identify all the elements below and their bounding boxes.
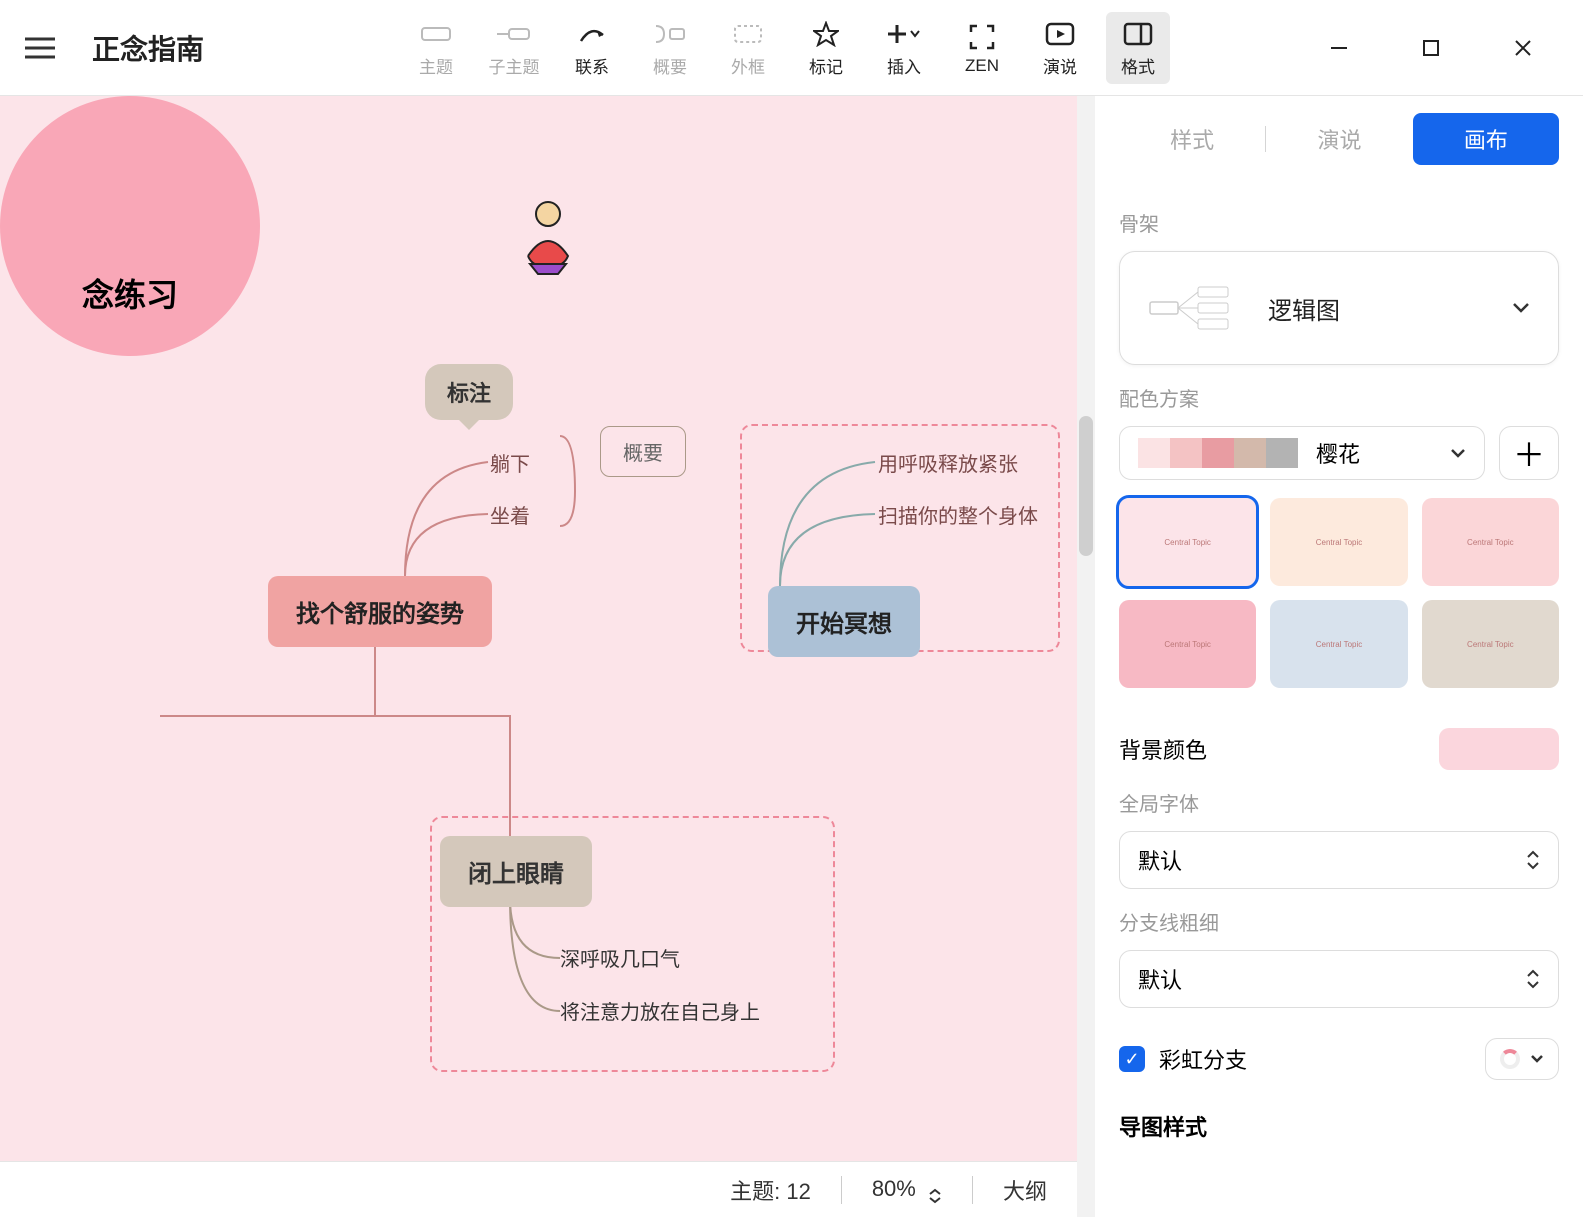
bg-color-button[interactable] bbox=[1439, 728, 1559, 770]
fullscreen-icon bbox=[969, 20, 995, 54]
titlebar: 正念指南 主题 子主题 联系 概要 外框 bbox=[0, 0, 1583, 96]
subtopic-icon bbox=[497, 17, 531, 51]
eyes-child-2[interactable]: 将注意力放在自己身上 bbox=[560, 996, 760, 1025]
summary-icon bbox=[654, 17, 686, 51]
meditate-node[interactable]: 开始冥想 bbox=[768, 586, 920, 657]
chevron-down-icon bbox=[1450, 448, 1466, 458]
theme-tile-5[interactable]: Central Topic bbox=[1270, 600, 1407, 688]
vertical-scrollbar[interactable] bbox=[1077, 96, 1095, 1217]
theme-tile-3[interactable]: Central Topic bbox=[1422, 498, 1559, 586]
skeleton-select[interactable]: 逻辑图 bbox=[1119, 251, 1559, 365]
posture-child-1[interactable]: 躺下 bbox=[490, 448, 530, 477]
window-controls bbox=[1317, 26, 1565, 70]
outline-button[interactable]: 大纲 bbox=[1003, 1174, 1047, 1206]
marker-button[interactable]: 标记 bbox=[794, 12, 858, 84]
add-scheme-button[interactable]: ＋ bbox=[1499, 426, 1559, 480]
insert-button[interactable]: 插入 bbox=[872, 12, 936, 84]
topic-count: 主题: 12 bbox=[730, 1174, 811, 1206]
format-button[interactable]: 格式 bbox=[1106, 12, 1170, 84]
tab-canvas[interactable]: 画布 bbox=[1413, 113, 1559, 165]
zoom-stepper[interactable] bbox=[928, 1188, 942, 1204]
zen-button[interactable]: ZEN bbox=[950, 12, 1014, 84]
eyes-node[interactable]: 闭上眼睛 bbox=[440, 836, 592, 907]
star-icon bbox=[813, 17, 839, 51]
rainbow-label: 彩虹分支 bbox=[1159, 1043, 1247, 1075]
minimize-button[interactable] bbox=[1317, 26, 1361, 70]
skeleton-label: 骨架 bbox=[1119, 208, 1559, 237]
rainbow-checkbox[interactable]: ✓ bbox=[1119, 1046, 1145, 1072]
plus-icon bbox=[887, 17, 921, 51]
topic-button[interactable]: 主题 bbox=[404, 12, 468, 84]
subtopic-button[interactable]: 子主题 bbox=[482, 12, 546, 84]
format-panel: 样式 演说 画布 骨架 逻辑图 配色方案 bbox=[1095, 96, 1583, 1217]
branch-select[interactable]: 默认 bbox=[1119, 950, 1559, 1008]
theme-tile-4[interactable]: Central Topic bbox=[1119, 600, 1256, 688]
stepper-icon bbox=[1526, 969, 1540, 989]
relationship-icon bbox=[577, 17, 607, 51]
boundary-button[interactable]: 外框 bbox=[716, 12, 780, 84]
toolbar: 主题 子主题 联系 概要 外框 标记 bbox=[404, 12, 1170, 84]
close-button[interactable] bbox=[1501, 26, 1545, 70]
posture-child-2[interactable]: 坐着 bbox=[490, 500, 530, 529]
summary-node[interactable]: 概要 bbox=[600, 426, 686, 477]
scheme-select[interactable]: 樱花 bbox=[1119, 426, 1485, 480]
ring-icon bbox=[1500, 1049, 1520, 1069]
divider bbox=[972, 1176, 973, 1204]
callout-node[interactable]: 标注 bbox=[425, 364, 513, 420]
canvas-area[interactable]: 念练习 标注 概要 找个舒服的姿势 躺下 坐 bbox=[0, 96, 1095, 1217]
font-select[interactable]: 默认 bbox=[1119, 831, 1559, 889]
boundary-icon bbox=[733, 17, 763, 51]
scheme-label: 配色方案 bbox=[1119, 383, 1559, 412]
statusbar: 主题: 12 80% 大纲 bbox=[0, 1161, 1077, 1217]
bg-label: 背景颜色 bbox=[1119, 733, 1207, 765]
branch-label: 分支线粗细 bbox=[1119, 907, 1559, 936]
eyes-child-1[interactable]: 深呼吸几口气 bbox=[560, 943, 680, 972]
panel-icon bbox=[1123, 17, 1153, 51]
chevron-down-icon bbox=[1512, 302, 1530, 314]
menu-button[interactable] bbox=[18, 26, 62, 70]
tab-style[interactable]: 样式 bbox=[1119, 113, 1265, 165]
pitch-button[interactable]: 演说 bbox=[1028, 12, 1092, 84]
zoom-level[interactable]: 80% bbox=[872, 1176, 942, 1204]
panel-tabs: 样式 演说 画布 bbox=[1119, 108, 1559, 170]
document-title: 正念指南 bbox=[92, 28, 204, 68]
scheme-swatches bbox=[1138, 438, 1298, 468]
maximize-button[interactable] bbox=[1409, 26, 1453, 70]
meditate-child-1[interactable]: 用呼吸释放紧张 bbox=[878, 448, 1018, 477]
theme-tile-6[interactable]: Central Topic bbox=[1422, 600, 1559, 688]
topic-icon bbox=[421, 17, 451, 51]
summary-button[interactable]: 概要 bbox=[638, 12, 702, 84]
rainbow-options-button[interactable] bbox=[1485, 1038, 1559, 1080]
meditate-child-2[interactable]: 扫描你的整个身体 bbox=[878, 500, 1038, 529]
relationship-button[interactable]: 联系 bbox=[560, 12, 624, 84]
divider bbox=[841, 1176, 842, 1204]
theme-tile-2[interactable]: Central Topic bbox=[1270, 498, 1407, 586]
stepper-icon bbox=[1526, 850, 1540, 870]
font-label: 全局字体 bbox=[1119, 788, 1559, 817]
skeleton-preview-icon bbox=[1148, 282, 1238, 334]
theme-tile-1[interactable]: Central Topic bbox=[1119, 498, 1256, 586]
chevron-down-icon bbox=[1530, 1054, 1544, 1064]
mapstyle-label: 导图样式 bbox=[1119, 1110, 1559, 1142]
tab-pitch[interactable]: 演说 bbox=[1266, 113, 1412, 165]
theme-grid: Central Topic Central Topic Central Topi… bbox=[1119, 498, 1559, 688]
play-icon bbox=[1045, 17, 1075, 51]
posture-node[interactable]: 找个舒服的姿势 bbox=[268, 576, 492, 647]
